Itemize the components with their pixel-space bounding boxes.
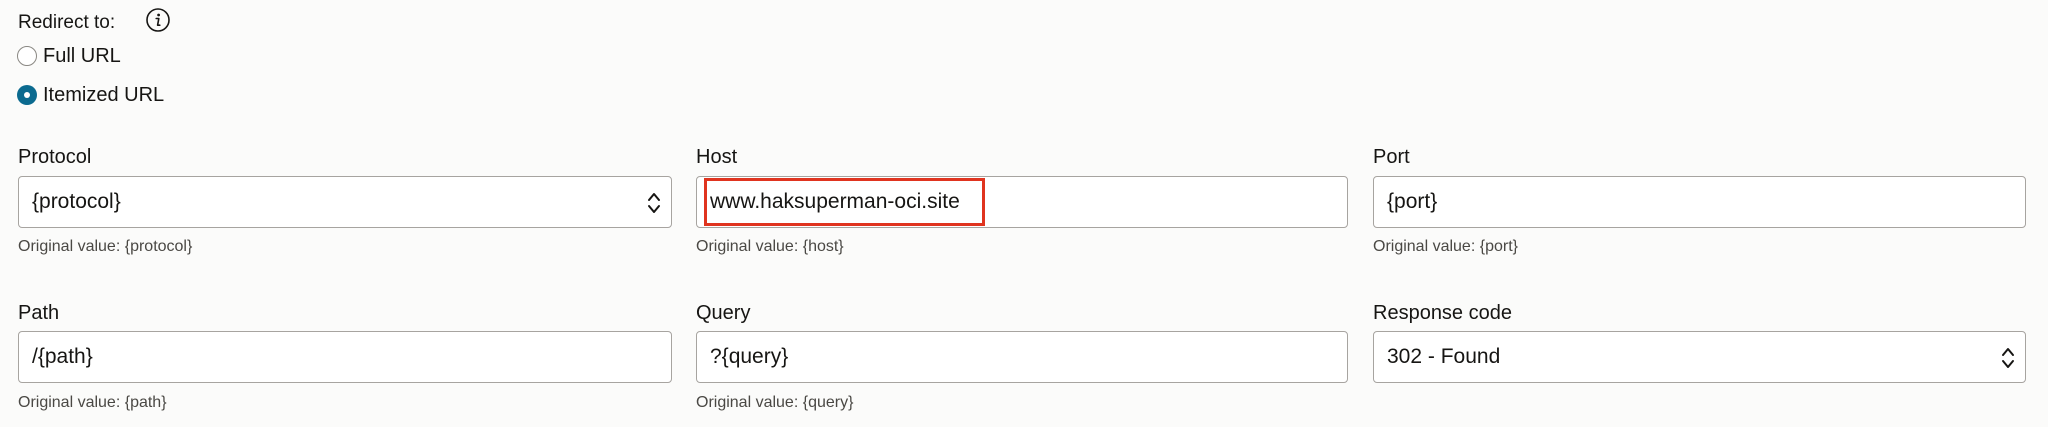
radio-itemized-url[interactable]: Itemized URL bbox=[17, 82, 164, 108]
host-input[interactable]: www.haksuperman-oci.site bbox=[696, 176, 1348, 228]
response-code-value: 302 - Found bbox=[1387, 345, 1501, 368]
port-hint: Original value: {port} bbox=[1373, 238, 1518, 255]
redirect-to-label: Redirect to: bbox=[18, 12, 116, 33]
protocol-value: {protocol} bbox=[32, 190, 121, 213]
protocol-hint: Original value: {protocol} bbox=[18, 238, 193, 255]
host-label: Host bbox=[696, 146, 738, 168]
query-label: Query bbox=[696, 302, 751, 324]
radio-itemized-url-circle[interactable] bbox=[17, 85, 37, 105]
port-label: Port bbox=[1373, 146, 1410, 168]
protocol-label: Protocol bbox=[18, 146, 92, 168]
query-input[interactable]: ?{query} bbox=[696, 331, 1348, 383]
port-value: {port} bbox=[1387, 190, 1438, 213]
radio-itemized-url-label: Itemized URL bbox=[43, 84, 165, 106]
query-hint: Original value: {query} bbox=[696, 394, 854, 411]
path-label: Path bbox=[18, 302, 60, 324]
host-hint: Original value: {host} bbox=[696, 238, 844, 255]
response-code-select[interactable]: 302 - Found bbox=[1373, 331, 2026, 383]
path-hint: Original value: {path} bbox=[18, 394, 167, 411]
path-value: /{path} bbox=[32, 345, 93, 368]
radio-full-url-label: Full URL bbox=[43, 45, 121, 67]
select-arrows-icon bbox=[2002, 348, 2014, 368]
select-arrows-icon bbox=[648, 193, 660, 213]
response-code-label: Response code bbox=[1373, 302, 1512, 324]
radio-full-url[interactable]: Full URL bbox=[17, 43, 121, 69]
host-value: www.haksuperman-oci.site bbox=[710, 190, 960, 213]
path-input[interactable]: /{path} bbox=[18, 331, 672, 383]
query-value: ?{query} bbox=[710, 345, 789, 368]
port-input[interactable]: {port} bbox=[1373, 176, 2026, 228]
protocol-select[interactable]: {protocol} bbox=[18, 176, 672, 228]
info-icon[interactable] bbox=[145, 7, 171, 33]
radio-full-url-circle[interactable] bbox=[17, 46, 37, 66]
